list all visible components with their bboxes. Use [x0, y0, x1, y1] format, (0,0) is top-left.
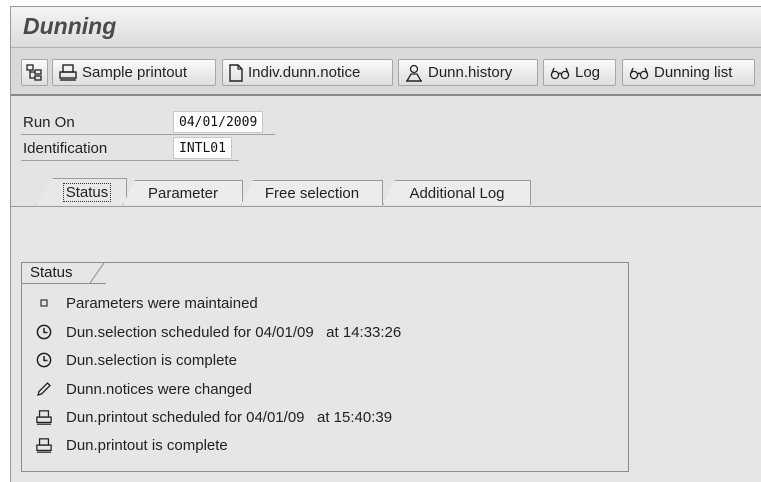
tree-structure-button[interactable] — [21, 59, 48, 86]
status-item: Dun.selection scheduled for 04/01/09 at … — [36, 321, 401, 343]
status-item: Parameters were maintained — [36, 292, 258, 314]
status-item: Dun.selection is complete — [36, 349, 237, 371]
status-group-box: Status Parameters were maintained Dun.se… — [21, 262, 629, 472]
log-label: Log — [575, 64, 601, 81]
status-item: Dun.printout is complete — [36, 434, 228, 456]
identification-row: Identification INTL01 — [21, 136, 239, 161]
indiv-dunn-notice-button[interactable]: Indiv.dunn.notice — [222, 59, 393, 86]
status-tab-panel: Status Parameters were maintained Dun.se… — [11, 206, 761, 482]
identification-label: Identification — [23, 140, 108, 157]
group-title-divider — [90, 262, 106, 284]
pencil-icon — [36, 381, 52, 397]
tree-structure-icon — [26, 64, 42, 81]
tab-additional-log[interactable]: Additional Log — [383, 180, 531, 205]
tab-additional-log-label: Additional Log — [409, 184, 505, 202]
dunning-window: Dunning Sample printout Indiv.dunn.notic… — [10, 6, 761, 482]
dunning-list-label: Dunning list — [654, 64, 733, 81]
clock-icon — [36, 324, 52, 340]
tab-status[interactable]: Status — [35, 178, 127, 205]
tab-status-label: Status — [62, 182, 112, 202]
status-item-text: Parameters were maintained — [66, 294, 258, 312]
status-item-text: Dun.selection is complete — [66, 351, 237, 369]
application-toolbar: Sample printout Indiv.dunn.notice Dunn.h… — [11, 48, 761, 96]
status-item-text: Dunn.notices were changed — [66, 380, 252, 398]
tab-parameter[interactable]: Parameter — [123, 180, 243, 205]
printer-icon — [36, 409, 52, 425]
status-item: Dunn.notices were changed — [36, 378, 252, 400]
sample-printout-label: Sample printout — [82, 64, 188, 81]
glasses-icon — [629, 67, 649, 79]
run-on-row: Run On 04/01/2009 — [21, 110, 275, 135]
log-button[interactable]: Log — [543, 59, 616, 86]
status-item-text: Dun.selection scheduled for 04/01/09 at … — [66, 323, 402, 341]
tab-parameter-label: Parameter — [147, 184, 219, 202]
main-content: Run On 04/01/2009 Identification INTL01 … — [11, 96, 761, 482]
status-item: Dun.printout scheduled for 04/01/09 at 1… — [36, 406, 392, 428]
page-title: Dunning — [23, 13, 117, 39]
document-icon — [229, 63, 243, 82]
small-square-icon — [36, 295, 52, 311]
tab-free-selection[interactable]: Free selection — [241, 180, 383, 205]
dunn-history-button[interactable]: Dunn.history — [398, 59, 538, 86]
status-group-title: Status — [21, 262, 91, 284]
run-on-value: 04/01/2009 — [173, 111, 264, 133]
printer-icon — [36, 437, 52, 453]
indiv-dunn-notice-label: Indiv.dunn.notice — [248, 64, 361, 81]
printer-icon — [59, 64, 77, 81]
dunn-history-label: Dunn.history — [428, 64, 513, 81]
identification-value: INTL01 — [173, 137, 232, 159]
tab-strip: Status Parameter Free selection Addition… — [11, 178, 761, 206]
run-on-label: Run On — [23, 114, 75, 131]
glasses-icon — [550, 67, 570, 79]
person-icon — [405, 64, 423, 82]
clock-icon — [36, 352, 52, 368]
dunning-list-button[interactable]: Dunning list — [622, 59, 755, 86]
title-bar: Dunning — [11, 7, 761, 48]
tab-free-selection-label: Free selection — [264, 184, 360, 202]
status-item-text: Dun.printout scheduled for 04/01/09 at 1… — [66, 408, 393, 426]
sample-printout-button[interactable]: Sample printout — [52, 59, 216, 86]
status-item-text: Dun.printout is complete — [66, 436, 228, 454]
